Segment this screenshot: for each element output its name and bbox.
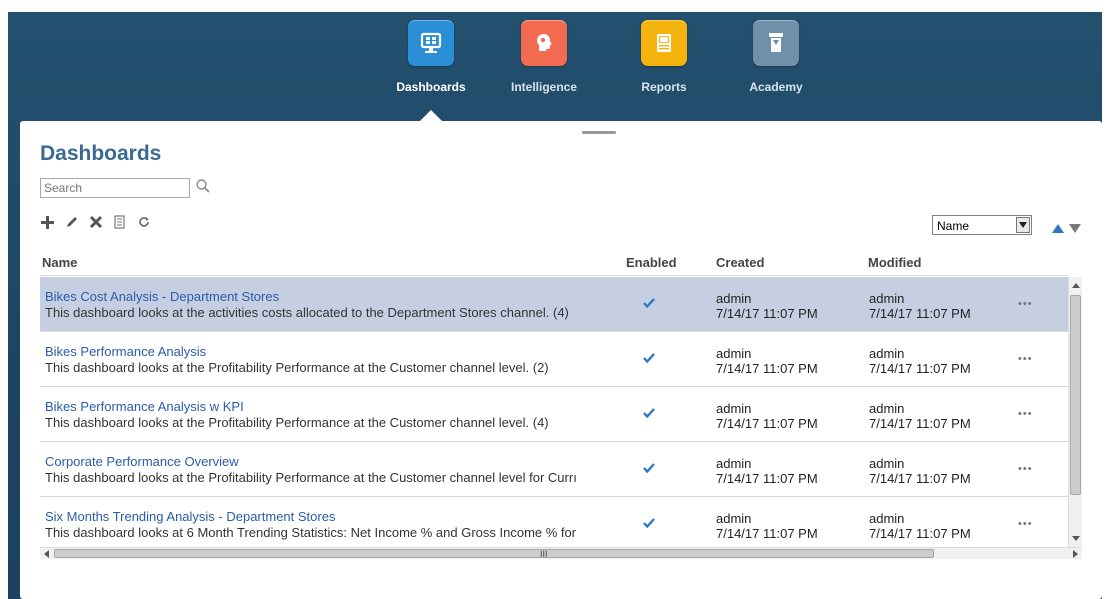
toolbar xyxy=(40,212,151,232)
scroll-grip-icon: III xyxy=(540,549,548,559)
academy-icon xyxy=(753,20,799,66)
sort-ascending-icon[interactable] xyxy=(1052,224,1064,233)
more-options-icon[interactable]: ••• xyxy=(1018,409,1033,420)
dashboard-name-link[interactable]: Bikes Performance Analysis w KPI xyxy=(45,399,244,414)
check-icon xyxy=(643,350,655,368)
column-header-name[interactable]: Name xyxy=(42,255,77,270)
more-options-icon[interactable]: ••• xyxy=(1018,519,1033,530)
created-by: admin xyxy=(716,291,752,306)
table-row[interactable]: Corporate Performance Overview This dash… xyxy=(40,442,1068,497)
monitor-icon xyxy=(408,20,454,66)
panel-drag-handle[interactable] xyxy=(582,131,616,134)
more-options-icon[interactable]: ••• xyxy=(1018,464,1033,475)
modified-date: 7/14/17 11:07 PM xyxy=(869,361,971,376)
modified-date: 7/14/17 11:07 PM xyxy=(869,526,971,541)
check-icon xyxy=(643,405,655,423)
column-header-created[interactable]: Created xyxy=(716,255,764,270)
modified-by: admin xyxy=(869,291,905,306)
table-body: Bikes Cost Analysis - Department Stores … xyxy=(40,277,1068,547)
dashboard-name-link[interactable]: Corporate Performance Overview xyxy=(45,454,239,469)
add-icon[interactable] xyxy=(40,215,55,230)
chevron-down-icon[interactable] xyxy=(1016,217,1030,233)
table-row[interactable]: Bikes Performance Analysis This dashboar… xyxy=(40,332,1068,387)
created-date: 7/14/17 11:07 PM xyxy=(716,306,818,321)
modified-by: admin xyxy=(869,511,905,526)
table-header: Name Enabled Created Modified xyxy=(40,244,1068,276)
delete-icon[interactable] xyxy=(88,215,103,230)
sort-descending-icon[interactable] xyxy=(1069,224,1081,233)
scroll-up-icon[interactable] xyxy=(1072,283,1080,288)
table-row[interactable]: Six Months Trending Analysis - Departmen… xyxy=(40,497,1068,547)
report-icon xyxy=(641,20,687,66)
sort-field-select[interactable]: Name xyxy=(932,215,1032,235)
nav-label-academy: Academy xyxy=(749,80,803,94)
dashboard-name-link[interactable]: Bikes Performance Analysis xyxy=(45,344,206,359)
dashboard-description: This dashboard looks at the Profitabilit… xyxy=(45,360,549,375)
dashboards-table: Name Enabled Created Modified Bikes Cost… xyxy=(40,244,1082,559)
modified-date: 7/14/17 11:07 PM xyxy=(869,306,971,321)
created-by: admin xyxy=(716,346,752,361)
table-row[interactable]: Bikes Performance Analysis w KPI This da… xyxy=(40,387,1068,442)
search-icon[interactable] xyxy=(195,178,211,194)
created-date: 7/14/17 11:07 PM xyxy=(716,471,818,486)
horizontal-scrollbar[interactable]: III xyxy=(40,547,1082,559)
created-date: 7/14/17 11:07 PM xyxy=(716,416,818,431)
dashboard-description: This dashboard looks at the Profitabilit… xyxy=(45,470,577,485)
active-nav-pointer xyxy=(420,110,442,121)
brain-head-icon xyxy=(521,20,567,66)
horizontal-scroll-thumb[interactable]: III xyxy=(54,549,934,559)
nav-item-reports[interactable]: Reports xyxy=(624,20,704,94)
nav-item-dashboards[interactable]: Dashboards xyxy=(391,20,471,94)
check-icon xyxy=(643,460,655,478)
vertical-scroll-thumb[interactable] xyxy=(1070,295,1081,495)
more-options-icon[interactable]: ••• xyxy=(1018,299,1033,310)
edit-icon[interactable] xyxy=(64,215,79,230)
created-by: admin xyxy=(716,511,752,526)
scroll-down-icon[interactable] xyxy=(1072,536,1080,541)
refresh-icon[interactable] xyxy=(136,215,151,230)
dashboard-description: This dashboard looks at 6 Month Trending… xyxy=(45,525,577,540)
column-header-modified[interactable]: Modified xyxy=(868,255,921,270)
top-navigation: Dashboards Intelligence Reports Academy xyxy=(8,12,1102,122)
search-input[interactable] xyxy=(40,178,190,198)
vertical-scrollbar[interactable] xyxy=(1068,277,1082,547)
sort-field-value: Name xyxy=(937,219,970,233)
check-icon xyxy=(643,295,655,313)
app-frame: Dashboards Intelligence Reports Academy … xyxy=(8,12,1102,599)
nav-item-intelligence[interactable]: Intelligence xyxy=(504,20,584,94)
dashboard-description: This dashboard looks at the Profitabilit… xyxy=(45,415,549,430)
created-by: admin xyxy=(716,456,752,471)
modified-by: admin xyxy=(869,456,905,471)
nav-label-dashboards: Dashboards xyxy=(396,80,466,94)
created-date: 7/14/17 11:07 PM xyxy=(716,361,818,376)
modified-by: admin xyxy=(869,401,905,416)
copy-icon[interactable] xyxy=(112,215,127,230)
dashboard-name-link[interactable]: Six Months Trending Analysis - Departmen… xyxy=(45,509,335,524)
check-icon xyxy=(643,515,655,533)
nav-item-academy[interactable]: Academy xyxy=(736,20,816,94)
modified-by: admin xyxy=(869,346,905,361)
table-row[interactable]: Bikes Cost Analysis - Department Stores … xyxy=(40,277,1068,332)
modified-date: 7/14/17 11:07 PM xyxy=(869,416,971,431)
dashboards-panel: Dashboards Name xyxy=(20,121,1102,599)
created-date: 7/14/17 11:07 PM xyxy=(716,526,818,541)
scroll-left-icon[interactable] xyxy=(44,550,49,558)
column-header-enabled[interactable]: Enabled xyxy=(626,255,677,270)
created-by: admin xyxy=(716,401,752,416)
more-options-icon[interactable]: ••• xyxy=(1018,354,1033,365)
page-title: Dashboards xyxy=(40,142,162,165)
modified-date: 7/14/17 11:07 PM xyxy=(869,471,971,486)
scroll-right-icon[interactable] xyxy=(1073,550,1078,558)
dashboard-description: This dashboard looks at the activities c… xyxy=(45,305,569,320)
nav-label-intelligence: Intelligence xyxy=(510,80,578,94)
dashboard-name-link[interactable]: Bikes Cost Analysis - Department Stores xyxy=(45,289,279,304)
nav-label-reports: Reports xyxy=(641,80,687,94)
